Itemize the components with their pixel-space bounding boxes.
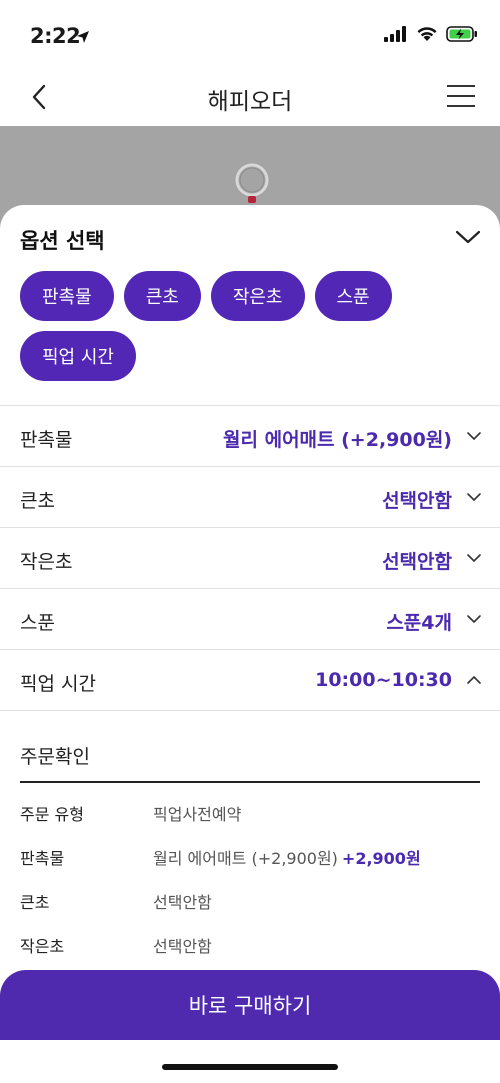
nav-bar: 해피오더 (0, 68, 500, 126)
wifi-icon (417, 27, 437, 41)
chip-promo[interactable]: 판촉물 (20, 271, 114, 321)
chip-big-candle[interactable]: 큰초 (123, 271, 201, 321)
summary-price: +2,900원 (341, 849, 421, 868)
page-title: 해피오더 (207, 89, 293, 115)
location-arrow-icon (77, 31, 89, 43)
status-bar: 2:22 (0, 0, 500, 68)
option-row-big-candle[interactable]: 큰초 선택안함 (0, 467, 500, 528)
chevron-down-icon (467, 432, 481, 441)
chevron-down-icon (467, 615, 481, 624)
option-chips: 판촉물 큰초 작은초 스푼 픽업 시간 (20, 271, 490, 381)
chip-pickup-time[interactable]: 픽업 시간 (20, 331, 136, 381)
confirm-divider (20, 781, 480, 783)
summary-label: 판촉물 (20, 849, 65, 868)
order-confirm-title: 주문확인 (20, 746, 90, 768)
option-label: 스푼 (20, 612, 55, 634)
battery-charging-icon (446, 26, 477, 42)
option-row-pickup-time[interactable]: 픽업 시간 10:00~10:30 (0, 650, 500, 711)
option-label: 픽업 시간 (20, 673, 96, 695)
option-row-spoon[interactable]: 스푼 스푼4개 (0, 589, 500, 650)
option-row-small-candle[interactable]: 작은초 선택안함 (0, 528, 500, 589)
chevron-down-icon (467, 554, 481, 563)
option-value: 선택안함 (382, 490, 452, 512)
home-indicator (162, 1064, 338, 1070)
chip-spoon[interactable]: 스푼 (314, 271, 392, 321)
chevron-up-icon (467, 675, 481, 684)
option-value: 선택안함 (382, 551, 452, 573)
option-label: 큰초 (20, 490, 55, 512)
summary-value: 선택안함 (153, 937, 212, 956)
summary-label: 큰초 (20, 893, 50, 912)
option-label: 판촉물 (20, 429, 73, 451)
status-time: 2:22 (30, 24, 81, 48)
chevron-down-icon (455, 230, 481, 244)
product-keyring-image (235, 163, 269, 203)
menu-button[interactable] (446, 83, 476, 109)
summary-value: 선택안함 (153, 893, 212, 912)
summary-value: 월리 에어매트 (+2,900원) +2,900원 (153, 845, 421, 869)
option-row-promo[interactable]: 판촉물 월리 에어매트 (+2,900원) (0, 406, 500, 467)
collapse-sheet-button[interactable] (454, 223, 482, 251)
buy-now-button[interactable]: 바로 구매하기 (0, 970, 500, 1040)
sheet-title: 옵션 선택 (20, 229, 105, 253)
option-value: 스푼4개 (386, 612, 452, 634)
option-sheet: 옵션 선택 판촉물 큰초 작은초 스푼 픽업 시간 판촉물 월리 에어매트 (+… (0, 205, 500, 1083)
option-list: 판촉물 월리 에어매트 (+2,900원) 큰초 선택안함 작은초 선택안함 스… (0, 405, 500, 711)
option-label: 작은초 (20, 551, 73, 573)
chip-small-candle[interactable]: 작은초 (210, 271, 305, 321)
option-value: 10:00~10:30 (315, 669, 452, 691)
summary-value: 픽업사전예약 (153, 805, 242, 824)
summary-value-text: 월리 에어매트 (+2,900원) (153, 849, 338, 868)
signal-icon (384, 26, 406, 42)
summary-label: 작은초 (20, 937, 65, 956)
summary-label: 주문 유형 (20, 805, 84, 824)
status-icons (384, 26, 478, 42)
chevron-down-icon (467, 493, 481, 502)
hamburger-menu-icon (447, 85, 475, 107)
option-value: 월리 에어매트 (+2,900원) (223, 429, 452, 451)
